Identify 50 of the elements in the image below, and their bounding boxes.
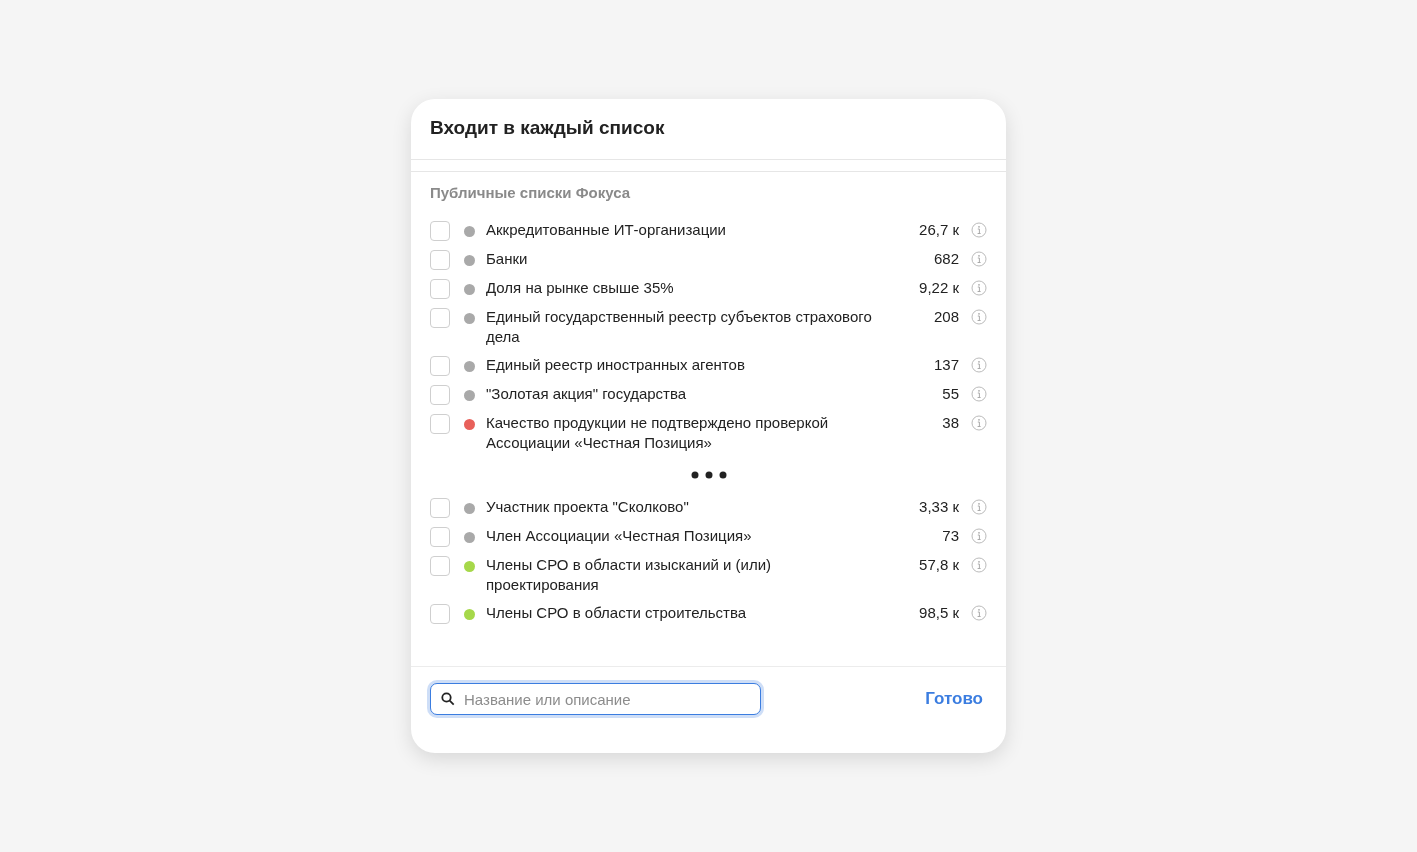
list-name: Доля на рынке свыше 35% [486,278,675,298]
dialog-title: Входит в каждый список [430,116,666,140]
list-name: Качество продукции не подтверждено проверкой Ассоциации «Честная Позиция» [486,413,830,453]
info-icon[interactable] [971,528,987,544]
info-icon[interactable] [971,357,987,373]
list-count: 3,33 к [919,497,959,517]
checkbox[interactable] [430,556,450,576]
checkbox[interactable] [430,356,450,376]
more-icon [690,471,727,479]
section-heading: Публичные списки Фокуса [430,182,632,203]
checkbox[interactable] [430,604,450,624]
search-icon [441,692,455,706]
list-count: 26,7 к [919,220,959,240]
checkbox[interactable] [430,385,450,405]
list-count: 137 [933,355,959,375]
checkbox[interactable] [430,308,450,328]
list-name: Банки [486,249,529,269]
info-icon[interactable] [971,415,987,431]
checkbox[interactable] [430,527,450,547]
info-icon[interactable] [971,605,987,621]
list-count: 208 [933,307,959,327]
list-name: Член Ассоциации «Честная Позиция» [486,526,753,546]
info-icon[interactable] [971,251,987,267]
list-name: Единый реестр иностранных агентов [486,355,746,375]
checkbox[interactable] [430,221,450,241]
list-name: Аккредитованные ИТ-организации [486,220,727,240]
done-button[interactable]: Готово [925,686,987,712]
info-icon[interactable] [971,499,987,515]
info-icon[interactable] [971,557,987,573]
checkbox[interactable] [430,414,450,434]
list-name: Единый государственный реестр субъектов страхового дела [486,307,873,347]
list-name: Члены СРО в области изысканий и (или) проектирования [486,555,773,595]
list-count: 9,22 к [919,278,959,298]
list-name: "Золотая акция" государства [486,384,688,404]
checkbox[interactable] [430,498,450,518]
list-count: 682 [933,249,959,269]
list-name: Участник проекта "Сколково" [486,497,690,517]
checkbox[interactable] [430,250,450,270]
list-count: 73 [942,526,959,546]
list-count: 38 [942,413,959,433]
checkbox[interactable] [430,279,450,299]
info-icon[interactable] [971,280,987,296]
list-name: Члены СРО в области строительства [486,603,748,623]
list-count: 55 [942,384,959,404]
list-count: 57,8 к [919,555,959,575]
info-icon[interactable] [971,386,987,402]
info-icon[interactable] [971,309,987,325]
info-icon[interactable] [971,222,987,238]
search-field[interactable]: Название или описание [430,683,761,715]
list-count: 98,5 к [919,603,959,623]
